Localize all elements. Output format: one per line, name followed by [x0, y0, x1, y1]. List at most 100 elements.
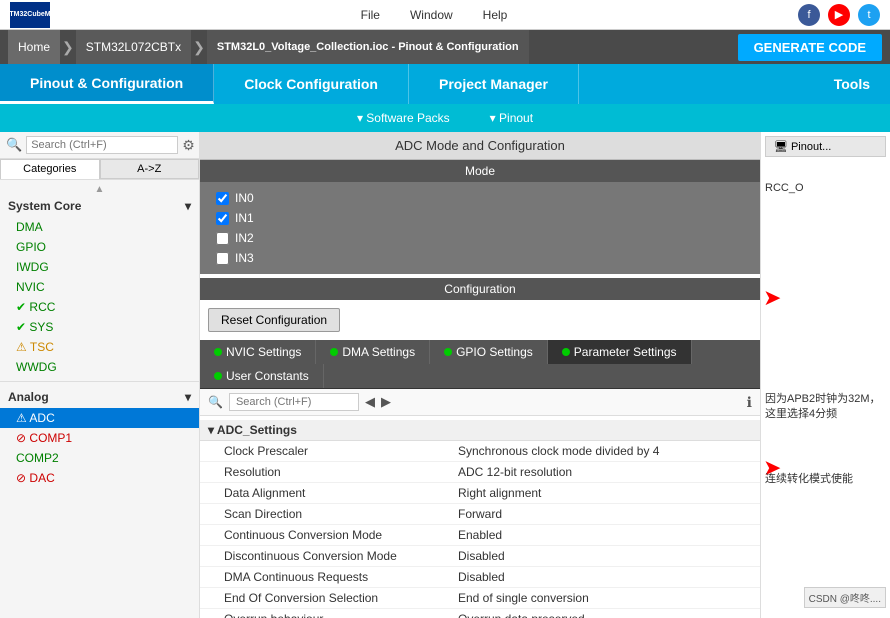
dma-dot [330, 348, 338, 356]
sidebar-item-adc[interactable]: ⚠ ADC [0, 408, 199, 428]
table-row: Resolution ADC 12-bit resolution [200, 462, 760, 483]
analog-header[interactable]: Analog ▾ [0, 386, 199, 408]
param-name-eoc: End Of Conversion Selection [200, 591, 450, 605]
user-const-dot [214, 372, 222, 380]
mode-section-header: Mode [200, 160, 760, 182]
sidebar-item-wwdg[interactable]: WWDG [0, 357, 199, 377]
settings-tab-user-constants[interactable]: User Constants [200, 364, 324, 388]
mode-items: IN0 IN1 IN2 IN3 [200, 182, 760, 274]
param-name-discontinuous: Discontinuous Conversion Mode [200, 549, 450, 563]
sub-nav: ▾ Software Packs ▾ Pinout [0, 104, 890, 132]
system-core-header[interactable]: System Core ▾ [0, 195, 199, 217]
breadcrumb-bar: Home ❯ STM32L072CBTx ❯ STM32L0_Voltage_C… [0, 30, 890, 64]
reset-configuration-button[interactable]: Reset Configuration [208, 308, 340, 332]
settings-tab-dma[interactable]: DMA Settings [316, 340, 430, 364]
param-value-continuous: Enabled [450, 528, 760, 542]
menu-bar: File Window Help [70, 8, 798, 22]
param-value-overrun: Overrun data preserved [450, 612, 760, 618]
sidebar-item-tsc[interactable]: ⚠ TSC [0, 337, 199, 357]
sidebar-item-dma[interactable]: DMA [0, 217, 199, 237]
tab-tools[interactable]: Tools [834, 64, 890, 104]
sidebar-item-comp1[interactable]: ⊘ COMP1 [0, 428, 199, 448]
settings-tree: ▾ ADC_Settings Clock Prescaler Synchrono… [200, 416, 760, 618]
settings-tab-parameter[interactable]: Parameter Settings [548, 340, 692, 364]
adc-mode-header: ADC Mode and Configuration [200, 132, 760, 160]
tab-pinout-config[interactable]: Pinout & Configuration [0, 64, 214, 104]
csdn-badge: CSDN @咚咚.... [804, 587, 886, 608]
sidebar-section-analog: Analog ▾ ⚠ ADC ⊘ COMP1 COMP2 ⊘ DAC [0, 381, 199, 492]
sidebar-search-area: 🔍 ⚙ [0, 132, 199, 159]
mode-item-in0: IN0 [216, 188, 744, 208]
menu-window[interactable]: Window [410, 8, 453, 22]
gear-icon[interactable]: ⚙ [182, 137, 195, 154]
settings-tab-nvic[interactable]: NVIC Settings [200, 340, 316, 364]
user-const-tab-label: User Constants [226, 369, 309, 383]
youtube-icon[interactable]: ▶ [828, 4, 850, 26]
nav-next-icon[interactable]: ▶ [381, 394, 391, 410]
param-search-input[interactable] [229, 393, 359, 411]
param-value-eoc: End of single conversion [450, 591, 760, 605]
sidebar-tab-az[interactable]: A->Z [100, 159, 200, 179]
sidebar-tabs: Categories A->Z [0, 159, 199, 180]
param-tab-label: Parameter Settings [574, 345, 677, 359]
sidebar-item-gpio[interactable]: GPIO [0, 237, 199, 257]
sidebar-tab-categories[interactable]: Categories [0, 159, 100, 179]
sidebar-item-rcc[interactable]: ✔ RCC [0, 297, 199, 317]
mode-item-in3: IN3 [216, 248, 744, 268]
param-name-continuous: Continuous Conversion Mode [200, 528, 450, 542]
breadcrumb-home[interactable]: Home [8, 30, 60, 64]
in0-label: IN0 [235, 191, 254, 205]
param-name-data-alignment: Data Alignment [200, 486, 450, 500]
annotation-text-1: 因为APB2时钟为32M，这里选择4分频 [765, 392, 886, 423]
in1-checkbox[interactable] [216, 212, 229, 225]
table-row: Clock Prescaler Synchronous clock mode d… [200, 441, 760, 462]
tab-bar: Pinout & Configuration Clock Configurati… [0, 64, 890, 104]
param-name-overrun: Overrun behaviour [200, 612, 450, 618]
chevron-down-icon-analog: ▾ [185, 390, 191, 404]
annotation-text-2: 连续转化模式使能 [765, 472, 886, 487]
tab-project-manager[interactable]: Project Manager [409, 64, 579, 104]
menu-help[interactable]: Help [483, 8, 508, 22]
in2-checkbox[interactable] [216, 232, 229, 245]
breadcrumb-project[interactable]: STM32L0_Voltage_Collection.ioc - Pinout … [207, 30, 529, 64]
param-name-clock-prescaler: Clock Prescaler [200, 444, 450, 458]
breadcrumb-device[interactable]: STM32L072CBTx [76, 30, 191, 64]
sidebar-item-sys[interactable]: ✔ SYS [0, 317, 199, 337]
twitter-icon[interactable]: t [858, 4, 880, 26]
sidebar-item-comp2[interactable]: COMP2 [0, 448, 199, 468]
mode-item-in2: IN2 [216, 228, 744, 248]
chip-icon: 🖥 [774, 140, 788, 153]
mode-item-in1: IN1 [216, 208, 744, 228]
scroll-up-arrow[interactable]: ▲ [0, 184, 199, 195]
tab-clock-config[interactable]: Clock Configuration [214, 64, 409, 104]
info-icon: ℹ [747, 394, 752, 411]
menu-file[interactable]: File [361, 8, 380, 22]
in3-checkbox[interactable] [216, 252, 229, 265]
param-value-resolution: ADC 12-bit resolution [450, 465, 760, 479]
subnav-pinout[interactable]: ▾ Pinout [490, 111, 533, 125]
sidebar: 🔍 ⚙ Categories A->Z ▲ System Core ▾ DMA … [0, 132, 200, 618]
nav-prev-icon[interactable]: ◀ [365, 394, 375, 410]
table-row: Discontinuous Conversion Mode Disabled [200, 546, 760, 567]
generate-code-button[interactable]: GENERATE CODE [738, 34, 882, 61]
in0-checkbox[interactable] [216, 192, 229, 205]
sidebar-item-nvic[interactable]: NVIC [0, 277, 199, 297]
dma-tab-label: DMA Settings [342, 345, 415, 359]
in2-label: IN2 [235, 231, 254, 245]
config-section-header: Configuration [200, 278, 760, 300]
subnav-software-packs[interactable]: ▾ Software Packs [357, 111, 450, 125]
breadcrumb-arrow-1: ❯ [62, 39, 74, 56]
adc-settings-group: ▾ ADC_Settings [200, 420, 760, 441]
sidebar-item-iwdg[interactable]: IWDG [0, 257, 199, 277]
settings-tab-gpio[interactable]: GPIO Settings [430, 340, 548, 364]
param-value-clock-prescaler: Synchronous clock mode divided by 4 [450, 444, 760, 458]
facebook-icon[interactable]: f [798, 4, 820, 26]
param-value-discontinuous: Disabled [450, 549, 760, 563]
sidebar-item-dac[interactable]: ⊘ DAC [0, 468, 199, 488]
top-bar: STM32CubeMX File Window Help f ▶ t [0, 0, 890, 30]
param-value-data-alignment: Right alignment [450, 486, 760, 500]
content-area: ADC Mode and Configuration Mode IN0 IN1 … [200, 132, 760, 618]
sidebar-search-input[interactable] [26, 136, 178, 154]
param-dot [562, 348, 570, 356]
pinout-button[interactable]: 🖥 Pinout... [765, 136, 886, 157]
